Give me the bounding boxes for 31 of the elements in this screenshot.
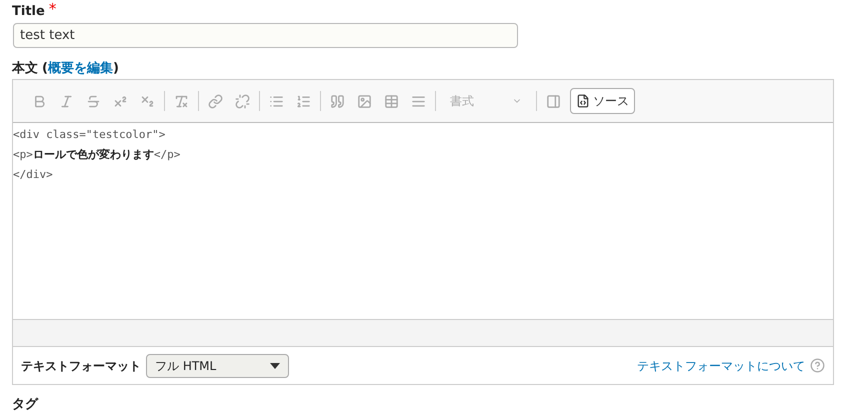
unlink-icon (235, 94, 250, 108)
code-file-icon (576, 94, 590, 108)
bulleted-list-icon (269, 94, 284, 108)
table-icon (384, 94, 399, 108)
bold-icon (32, 94, 47, 108)
remove-format-icon (174, 94, 189, 108)
subscript-icon (140, 94, 155, 108)
text-format-select[interactable]: フル HTML (146, 354, 289, 378)
field-label: Title (12, 3, 45, 21)
image-icon (357, 94, 372, 108)
superscript-icon (113, 94, 128, 108)
summary-toggle-link[interactable]: (概要を編集) (42, 59, 119, 79)
field-label: 本文 (12, 60, 38, 78)
block-icon (546, 94, 561, 108)
code-line: <div class="testcolor"> (13, 127, 166, 143)
link-icon (208, 94, 223, 108)
italic-icon (59, 94, 74, 108)
code-line: </div> (13, 167, 54, 183)
text-format-label: テキストフォーマット (21, 358, 141, 374)
horizontal-lines-icon (411, 94, 426, 108)
numbered-list-icon (296, 94, 311, 108)
help-icon (810, 358, 825, 373)
required-mark: * (48, 2, 56, 17)
text-format-help-link[interactable]: テキストフォーマットについて (637, 356, 805, 374)
strikethrough-icon (86, 94, 101, 108)
dropdown-arrow-icon (270, 362, 280, 368)
source-button[interactable]: ソース (570, 88, 635, 114)
quote-icon (330, 94, 345, 108)
title-input[interactable]: test text (13, 23, 518, 48)
field-label: タグ (12, 397, 38, 412)
code-line: <p>ロールで色が変わります</p> (13, 147, 182, 163)
